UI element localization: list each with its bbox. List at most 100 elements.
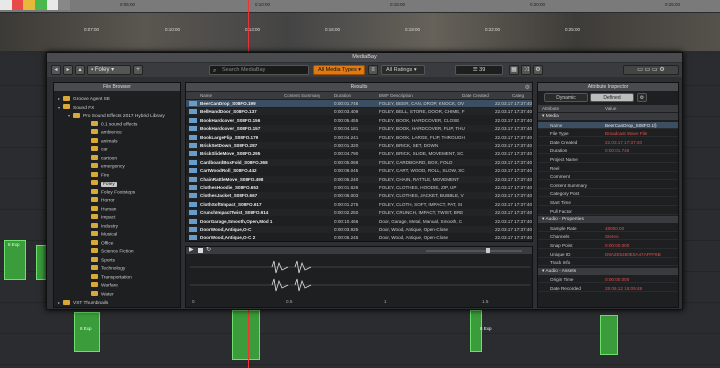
- table-row[interactable]: CrunchImpactTwist_S08FO.914 0:00:02.250 FO…: [186, 209, 532, 217]
- attribute-row[interactable]: Project Name: [538, 156, 678, 163]
- audio-clip[interactable]: [74, 312, 100, 352]
- attribute-row[interactable]: Pull Factor: [538, 208, 678, 215]
- results-column-header[interactable]: Date Created: [462, 92, 489, 99]
- attribute-row[interactable]: File Type Broadcast Wave File: [538, 130, 678, 138]
- table-row[interactable]: DoorWood,Antique,O-C 0:00:03.925 Door, Woo…: [186, 226, 532, 233]
- attribute-row[interactable]: Date Recorded 28.06.12 16:09:48: [538, 285, 678, 292]
- table-row[interactable]: BookLargeFlip_S08FO.179 0:00:04.241 FOLEY,…: [186, 133, 532, 141]
- results-settings-icon[interactable]: ⚙: [525, 84, 530, 91]
- table-row[interactable]: BookHardcover_S08FO.156 0:00:05.455 FOLEY,…: [186, 116, 532, 124]
- attribute-row[interactable]: Comment: [538, 173, 678, 181]
- tree-folder-item[interactable]: 0.1 sound effects: [86, 120, 137, 128]
- table-row[interactable]: DoorWood,Antique,O-C 2 0:00:06.245 Door, W…: [186, 234, 532, 241]
- tree-folder-item[interactable]: Sports: [86, 256, 115, 264]
- results-column-header[interactable]: BWF Description: [379, 92, 413, 99]
- audio-clip[interactable]: [470, 310, 482, 352]
- back-arrow-icon[interactable]: ◂: [51, 65, 61, 75]
- attribute-row[interactable]: Duration 0:00:01.746: [538, 147, 678, 155]
- location-selector[interactable]: ▪ Foley ▾: [87, 65, 131, 75]
- tree-folder-item[interactable]: Water: [86, 290, 114, 298]
- stop-icon[interactable]: [198, 248, 203, 253]
- audio-file-icon: [189, 193, 197, 199]
- timeline-ruler[interactable]: 0:05:00 0:10:00 0:15:00 0:20:00 0:25:00: [0, 0, 720, 12]
- tree-folder-item[interactable]: Warfare: [86, 282, 118, 289]
- results-column-header[interactable]: Duration: [334, 92, 351, 99]
- attribute-row[interactable]: Date Created 22.03.17 17:37:40: [538, 139, 678, 146]
- audio-clip[interactable]: [232, 310, 260, 360]
- attribute-row[interactable]: Category Post: [538, 190, 678, 198]
- results-column-header[interactable]: Categ: [512, 92, 524, 99]
- tree-folder-item[interactable]: ▾ Pro Sound Effects 2017 Hybrid Library: [68, 112, 165, 119]
- tree-folder-item[interactable]: Human: [86, 205, 116, 213]
- tree-folder-item[interactable]: ▸ VST Thumbnails: [58, 299, 108, 306]
- table-row[interactable]: ClothesHoodie_S08FO.653 0:00:01.626 FOLEY,…: [186, 184, 532, 191]
- tree-folder-item[interactable]: Impact: [86, 214, 115, 221]
- forward-arrow-icon[interactable]: ▸: [63, 65, 73, 75]
- tree-folder-item[interactable]: ambience: [86, 129, 122, 136]
- tree-folder-item[interactable]: Technology: [86, 265, 125, 272]
- attribute-row[interactable]: Unique ID D8A2E5480E0A47AFFF8B: [538, 251, 678, 258]
- media-types-filter[interactable]: All Media Types ▾: [313, 65, 365, 75]
- table-row[interactable]: ClothesJacket_S08FO.667 0:00:06.003 FOLEY,…: [186, 192, 532, 200]
- search-input[interactable]: ⌕ Search MediaBay: [209, 65, 309, 75]
- table-row[interactable]: CardboardBoxFold_S08FO.368 0:00:05.068 FOL…: [186, 158, 532, 166]
- attribute-section[interactable]: ▾ Media: [538, 113, 678, 120]
- tree-folder-item[interactable]: car: [86, 146, 108, 153]
- attribute-row[interactable]: Channels Stereo: [538, 233, 678, 241]
- tree-folder-item[interactable]: Foley: [86, 180, 117, 187]
- tree-folder-item[interactable]: Horror: [86, 197, 115, 204]
- attribute-row[interactable]: Reel: [538, 165, 678, 172]
- attribute-row[interactable]: Start Time: [538, 199, 678, 206]
- tree-folder-item[interactable]: Science Fiction: [86, 248, 134, 255]
- attribute-row[interactable]: Track Info: [538, 259, 678, 267]
- shuffle-icon[interactable]: ⤨: [521, 65, 531, 75]
- tree-folder-item[interactable]: ▸ Groove Agent SE: [58, 95, 110, 102]
- add-favorite-icon[interactable]: +: [133, 65, 143, 75]
- grid-view-icon[interactable]: ▦: [509, 65, 519, 75]
- results-column-header[interactable]: Name: [200, 92, 212, 99]
- attribute-key: Name: [550, 122, 563, 128]
- table-row[interactable]: ChainRattleMove_S08FO.498 0:00:05.240 FOLE…: [186, 175, 532, 183]
- tree-folder-item[interactable]: Office: [86, 239, 113, 247]
- volume-slider-handle[interactable]: [486, 248, 490, 253]
- table-row[interactable]: BookHardcover_S08FO.157 0:00:04.181 FOLEY,…: [186, 125, 532, 133]
- loop-icon[interactable]: ↻: [206, 247, 211, 254]
- video-track[interactable]: 0:07:00 0:10:00 0:13:00 0:16:00 0:19:00 0:22:…: [0, 13, 720, 51]
- table-row[interactable]: CartWoodRoll_S08FO.442 0:00:06.045 FOLEY, …: [186, 167, 532, 175]
- attribute-section[interactable]: ▾ Audio - Assets: [538, 267, 678, 275]
- table-row[interactable]: BrickSlideMove_S08FO.295 0:00:04.790 FOLEY…: [186, 150, 532, 158]
- tree-folder-item[interactable]: Transportation: [86, 273, 132, 281]
- filter-settings-icon[interactable]: ≡: [368, 65, 378, 75]
- tree-folder-item[interactable]: emergency: [86, 163, 125, 170]
- attribute-section[interactable]: ▾ Audio - Properties: [538, 216, 678, 224]
- gear-icon[interactable]: ⚙: [637, 93, 647, 102]
- tree-folder-item[interactable]: cartoon: [86, 154, 117, 162]
- tree-folder-item[interactable]: Musical: [86, 231, 117, 238]
- table-row[interactable]: BeerCanDrop_S08FO.199 0:00:01.746 FOLEY, B…: [186, 100, 532, 107]
- audio-clip[interactable]: [600, 315, 618, 355]
- tree-folder-item[interactable]: Fire: [86, 171, 109, 179]
- attribute-row[interactable]: Name BeerCanDrop_S08FO.1§: [538, 121, 678, 129]
- table-row[interactable]: ClothSoftImpact_S08FO.617 0:00:01.275 FOLE…: [186, 200, 532, 208]
- attribute-row[interactable]: Sample Rate 48000.00: [538, 225, 678, 232]
- settings-icon[interactable]: ⚙: [533, 65, 543, 75]
- up-arrow-icon[interactable]: ▴: [75, 65, 85, 75]
- tree-folder-item[interactable]: animals: [86, 137, 118, 145]
- ratings-filter[interactable]: All Ratings ▾: [381, 65, 425, 75]
- table-row[interactable]: BrickSetDown_S08FO.287 0:00:01.320 FOLEY, …: [186, 142, 532, 149]
- play-icon[interactable]: ▶: [189, 247, 194, 254]
- tab-dynamic[interactable]: Dynamic: [544, 93, 588, 102]
- attribute-row[interactable]: Snap Point 0:00:00.000: [538, 242, 678, 249]
- tree-folder-item[interactable]: Industry: [86, 222, 118, 230]
- tree-folder-item[interactable]: Foley Footsteps: [86, 188, 135, 196]
- table-row[interactable]: BellHandDoor_S08FO.137 0:00:03.409 FOLEY, …: [186, 108, 532, 116]
- tree-folder-item[interactable]: ▾ Sound FX: [58, 104, 94, 111]
- layout-buttons[interactable]: ▭ ▭ ▭ ⚙: [623, 65, 679, 75]
- waveform-display[interactable]: [190, 257, 530, 297]
- attribute-row[interactable]: Content Summary: [538, 182, 678, 189]
- attribute-row[interactable]: Origin Time 0:00:00.000: [538, 276, 678, 284]
- table-row[interactable]: DoorGarage,Smooth,Open,Mod 1 0:00:10.466 D…: [186, 217, 532, 225]
- preview-volume-slider[interactable]: [426, 250, 522, 252]
- results-column-header[interactable]: Content Summary: [284, 92, 320, 99]
- tab-defined[interactable]: Defined: [590, 93, 634, 102]
